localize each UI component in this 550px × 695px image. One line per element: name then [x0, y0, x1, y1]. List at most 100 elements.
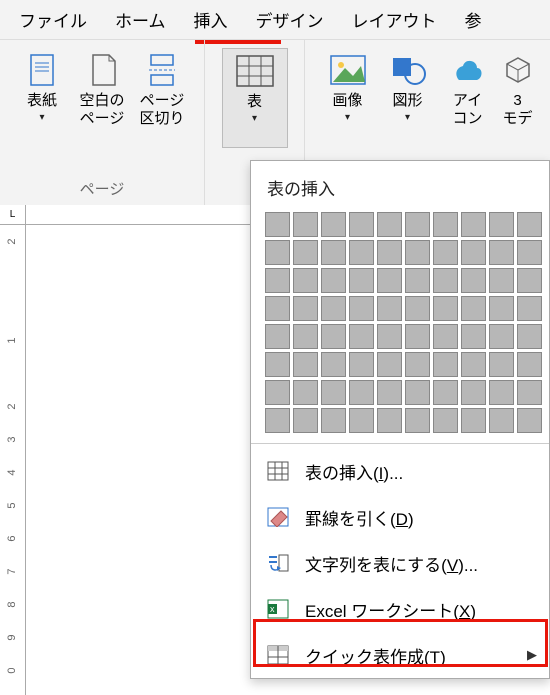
grid-cell[interactable] — [349, 324, 374, 349]
tab-insert[interactable]: 挿入 — [180, 0, 242, 40]
grid-cell[interactable] — [433, 296, 458, 321]
grid-cell[interactable] — [517, 324, 542, 349]
icons-button[interactable]: アイ コン — [438, 48, 498, 128]
tab-design[interactable]: デザイン — [242, 0, 338, 40]
grid-cell[interactable] — [461, 240, 486, 265]
grid-cell[interactable] — [489, 380, 514, 405]
grid-cell[interactable] — [321, 324, 346, 349]
shapes-button[interactable]: 図形 ▾ — [378, 48, 438, 128]
picture-button[interactable]: 画像 ▾ — [318, 48, 378, 128]
grid-cell[interactable] — [377, 212, 402, 237]
grid-cell[interactable] — [265, 212, 290, 237]
cover-page-button[interactable]: 表紙 ▾ — [12, 48, 72, 128]
tab-layout[interactable]: レイアウト — [338, 0, 451, 40]
quick-tables-item[interactable]: クイック表作成(T) ▶ — [251, 632, 549, 678]
grid-cell[interactable] — [405, 408, 430, 433]
text-to-table-item[interactable]: 文字列を表にする(V)... — [251, 540, 549, 586]
grid-cell[interactable] — [489, 268, 514, 293]
vertical-ruler[interactable]: 2 1 2 3 4 5 6 7 8 9 0 — [0, 225, 26, 695]
grid-cell[interactable] — [265, 296, 290, 321]
grid-cell[interactable] — [265, 240, 290, 265]
grid-cell[interactable] — [461, 380, 486, 405]
grid-cell[interactable] — [349, 268, 374, 293]
grid-cell[interactable] — [349, 380, 374, 405]
table-size-grid[interactable] — [251, 210, 549, 441]
grid-cell[interactable] — [377, 324, 402, 349]
page-break-button[interactable]: ページ 区切り — [132, 48, 192, 128]
grid-cell[interactable] — [265, 268, 290, 293]
grid-cell[interactable] — [377, 380, 402, 405]
grid-cell[interactable] — [265, 408, 290, 433]
grid-cell[interactable] — [461, 212, 486, 237]
grid-cell[interactable] — [489, 408, 514, 433]
grid-cell[interactable] — [517, 268, 542, 293]
grid-cell[interactable] — [349, 240, 374, 265]
grid-cell[interactable] — [349, 296, 374, 321]
grid-cell[interactable] — [461, 296, 486, 321]
grid-cell[interactable] — [405, 296, 430, 321]
grid-cell[interactable] — [405, 352, 430, 377]
grid-cell[interactable] — [489, 296, 514, 321]
grid-cell[interactable] — [517, 296, 542, 321]
grid-cell[interactable] — [489, 324, 514, 349]
grid-cell[interactable] — [489, 212, 514, 237]
table-button[interactable]: 表 ▾ — [222, 48, 288, 148]
draw-table-item[interactable]: 罫線を引く(D) — [251, 494, 549, 540]
tab-references[interactable]: 参 — [451, 0, 496, 40]
grid-cell[interactable] — [377, 268, 402, 293]
grid-cell[interactable] — [377, 240, 402, 265]
grid-cell[interactable] — [293, 212, 318, 237]
grid-cell[interactable] — [517, 408, 542, 433]
grid-cell[interactable] — [293, 380, 318, 405]
grid-cell[interactable] — [405, 324, 430, 349]
grid-cell[interactable] — [321, 380, 346, 405]
grid-cell[interactable] — [321, 296, 346, 321]
grid-cell[interactable] — [517, 212, 542, 237]
blank-page-button[interactable]: 空白の ページ — [72, 48, 132, 128]
grid-cell[interactable] — [293, 324, 318, 349]
grid-cell[interactable] — [321, 212, 346, 237]
grid-cell[interactable] — [321, 240, 346, 265]
grid-cell[interactable] — [293, 296, 318, 321]
grid-cell[interactable] — [293, 268, 318, 293]
grid-cell[interactable] — [489, 352, 514, 377]
grid-cell[interactable] — [517, 240, 542, 265]
grid-cell[interactable] — [461, 408, 486, 433]
grid-cell[interactable] — [321, 352, 346, 377]
grid-cell[interactable] — [405, 268, 430, 293]
grid-cell[interactable] — [405, 380, 430, 405]
grid-cell[interactable] — [265, 380, 290, 405]
grid-cell[interactable] — [461, 352, 486, 377]
grid-cell[interactable] — [489, 240, 514, 265]
grid-cell[interactable] — [293, 408, 318, 433]
grid-cell[interactable] — [433, 324, 458, 349]
grid-cell[interactable] — [349, 352, 374, 377]
grid-cell[interactable] — [349, 408, 374, 433]
grid-cell[interactable] — [433, 240, 458, 265]
grid-cell[interactable] — [433, 268, 458, 293]
grid-cell[interactable] — [293, 240, 318, 265]
grid-cell[interactable] — [349, 212, 374, 237]
grid-cell[interactable] — [265, 352, 290, 377]
grid-cell[interactable] — [405, 212, 430, 237]
grid-cell[interactable] — [377, 408, 402, 433]
grid-cell[interactable] — [321, 408, 346, 433]
grid-cell[interactable] — [293, 352, 318, 377]
insert-table-item[interactable]: 表の挿入(I)... — [251, 448, 549, 494]
grid-cell[interactable] — [321, 268, 346, 293]
grid-cell[interactable] — [433, 380, 458, 405]
grid-cell[interactable] — [433, 212, 458, 237]
tab-home[interactable]: ホーム — [101, 0, 180, 40]
3d-models-button[interactable]: 3 モデ — [498, 48, 538, 128]
grid-cell[interactable] — [517, 352, 542, 377]
grid-cell[interactable] — [433, 352, 458, 377]
grid-cell[interactable] — [461, 268, 486, 293]
grid-cell[interactable] — [433, 408, 458, 433]
tab-file[interactable]: ファイル — [5, 0, 101, 40]
grid-cell[interactable] — [405, 240, 430, 265]
grid-cell[interactable] — [265, 324, 290, 349]
grid-cell[interactable] — [377, 296, 402, 321]
grid-cell[interactable] — [377, 352, 402, 377]
grid-cell[interactable] — [517, 380, 542, 405]
excel-spreadsheet-item[interactable]: x Excel ワークシート(X) — [251, 586, 549, 632]
